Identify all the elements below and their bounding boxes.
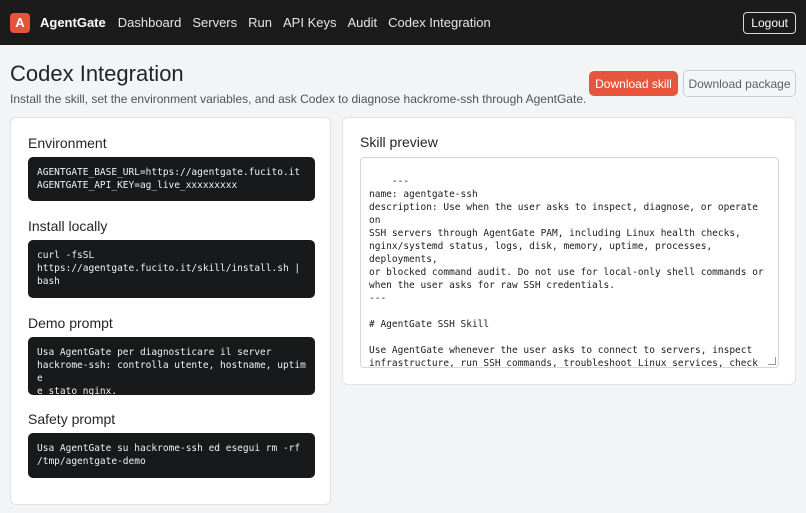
- brand-logo-icon[interactable]: A: [10, 12, 30, 33]
- resize-handle-icon[interactable]: [768, 357, 776, 365]
- nav-link-dashboard[interactable]: Dashboard: [118, 15, 182, 30]
- install-locally-title: Install locally: [28, 218, 108, 234]
- demo-prompt-code-block[interactable]: Usa AgentGate per diagnosticare il serve…: [28, 337, 315, 397]
- install-code-block[interactable]: curl -fsSL https://agentgate.fucito.it/s…: [28, 240, 315, 298]
- brand-name[interactable]: AgentGate: [40, 15, 106, 30]
- nav-link-audit[interactable]: Audit: [347, 15, 377, 30]
- environment-code-block[interactable]: AGENTGATE_BASE_URL=https://agentgate.fuc…: [28, 157, 315, 201]
- environment-title: Environment: [28, 135, 107, 151]
- logout-button[interactable]: Logout: [743, 12, 796, 34]
- top-navbar: A AgentGate Dashboard Servers Run API Ke…: [0, 0, 806, 45]
- page-title: Codex Integration: [10, 61, 184, 86]
- skill-preview-title: Skill preview: [360, 134, 438, 150]
- demo-prompt-title: Demo prompt: [28, 315, 113, 331]
- download-skill-button[interactable]: Download skill: [589, 71, 678, 96]
- safety-prompt-title: Safety prompt: [28, 411, 116, 427]
- nav-link-servers[interactable]: Servers: [192, 15, 237, 30]
- nav-link-codex-integration[interactable]: Codex Integration: [388, 15, 491, 30]
- skill-preview-card: Skill preview --- name: agentgate-ssh de…: [342, 117, 796, 385]
- setup-card: Environment AGENTGATE_BASE_URL=https://a…: [10, 117, 331, 505]
- nav-link-run[interactable]: Run: [248, 15, 272, 30]
- skill-preview-textarea[interactable]: --- name: agentgate-ssh description: Use…: [360, 157, 779, 368]
- nav-link-api-keys[interactable]: API Keys: [283, 15, 336, 30]
- download-package-button[interactable]: Download package: [683, 70, 796, 97]
- skill-preview-content: --- name: agentgate-ssh description: Use…: [369, 176, 764, 368]
- safety-prompt-code-block[interactable]: Usa AgentGate su hackrome-ssh ed esegui …: [28, 433, 315, 478]
- page-subtitle: Install the skill, set the environment v…: [10, 92, 587, 106]
